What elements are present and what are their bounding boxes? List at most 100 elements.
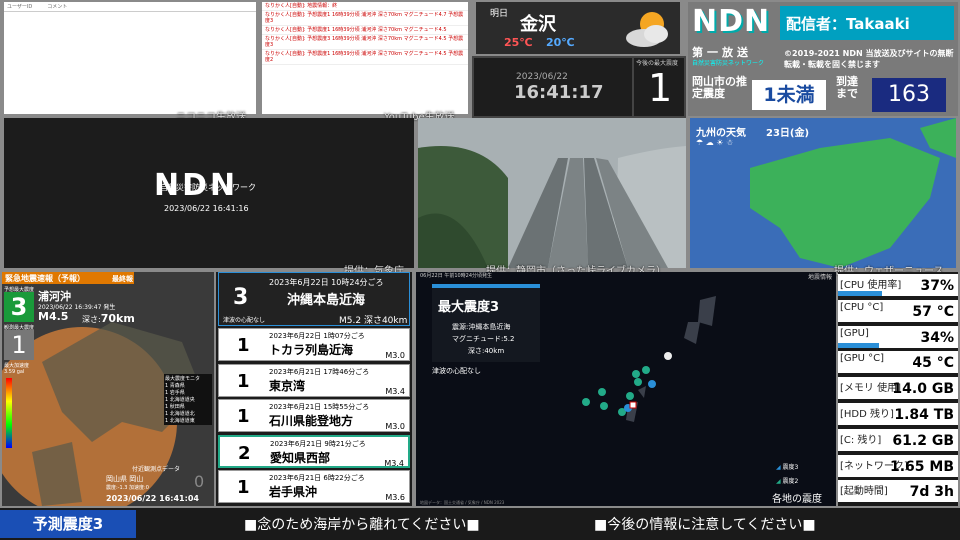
weather-low: 20℃ bbox=[546, 36, 575, 49]
quake-time: 2023年6月21日 6時22分ごろ bbox=[269, 474, 365, 482]
stat-row: [CPU 使用率] 37% bbox=[838, 274, 958, 298]
map-credit: 地図データ：国土交通省 / 気象庁 / NDN 2023 bbox=[420, 500, 505, 505]
stat-value: 37% bbox=[920, 278, 954, 294]
list-item: なりかく人[自動]: 予想震度3 16時39分頃 浦河沖 深さ70km マグニチ… bbox=[262, 35, 468, 50]
column-user-id: ユーザーID bbox=[7, 4, 33, 10]
arrival-seconds: 163 bbox=[872, 78, 946, 112]
eew-depth-label: 深さ: bbox=[82, 315, 101, 324]
stat-value: 45 °C bbox=[912, 355, 954, 372]
legend-intensity3: 震度3 bbox=[782, 464, 799, 471]
quake-magnitude: M5.2 深さ40km bbox=[339, 316, 408, 326]
list-item: 1 青森県 bbox=[165, 383, 185, 389]
accel-label: 最大加速度 bbox=[4, 363, 30, 369]
map-footer: 各地の震度 bbox=[772, 494, 822, 505]
eew-magnitude: M4.5 bbox=[38, 310, 69, 323]
intensity-map: 06月22日 午前10時24分頃発生 地震情報 最大震度3 震源:沖縄本島近海 … bbox=[416, 272, 836, 506]
stat-value: 61.2 GB bbox=[892, 432, 954, 449]
list-item: なりかく人[自動]: 予想震度1 16時39分頃 浦河沖 深さ70km マグニチ… bbox=[262, 50, 468, 65]
ndn-header: NDN 配信者：Takaaki 第一放送 自然災害防災ネットワーク ©2019-… bbox=[688, 2, 958, 116]
list-item: 1 北海道道北 bbox=[165, 411, 195, 417]
forecast-date: 23日(金) bbox=[766, 128, 810, 139]
quake-place: 愛知県西部 bbox=[270, 450, 331, 465]
list-item: なりかく人[自動]: 地震情報：終 bbox=[262, 2, 468, 11]
kyushu-forecast-map: 九州の天気 23日(金) ☂ ☁ ☀ ☃ bbox=[690, 118, 956, 268]
list-item[interactable]: 3 2023年6月22日 10時24分ごろ 沖縄本島近海 津波の心配なし M5.… bbox=[218, 272, 410, 326]
clock-date: 2023/06/22 bbox=[516, 72, 568, 82]
stat-value: 7d 3h bbox=[909, 484, 954, 501]
list-item[interactable]: 1 2023年6月21日 6時22分ごろ 岩手県沖 M3.6 bbox=[218, 470, 410, 503]
stat-row: [GPU °C] 45 °C bbox=[838, 351, 958, 376]
quake-intensity: 3 bbox=[233, 285, 249, 310]
niconico-comment-panel: ユーザーID コメント bbox=[4, 2, 256, 114]
clock-panel: 2023/06/22 16:41:17 今後の最大震度 1 bbox=[472, 56, 686, 118]
nearby-station-label: 付近観測点データ bbox=[132, 466, 181, 473]
station-values: 震度:-1.3 加速度:0 bbox=[106, 485, 149, 491]
stat-label: [GPU] bbox=[840, 327, 869, 339]
stat-label: [CPU °C] bbox=[840, 301, 884, 313]
cloudy-sun-icon bbox=[626, 12, 668, 47]
max-intensity-value: 1 bbox=[648, 66, 673, 110]
list-item[interactable]: 1 2023年6月21日 17時46分ごろ 東京湾 M3.4 bbox=[218, 363, 410, 397]
stat-value: 1.84 TB bbox=[894, 407, 954, 423]
weather-day: 明日 bbox=[490, 9, 509, 19]
highway-camera-image bbox=[418, 118, 686, 268]
streamer-name: 配信者：Takaaki bbox=[780, 6, 954, 40]
ndn-subtitle: 自然災害防災ネットワーク bbox=[692, 60, 765, 67]
ndn-logo: NDN bbox=[692, 4, 771, 39]
predicted-intensity-label: 岡山市の推定震度 bbox=[692, 75, 747, 100]
list-item: なりかく人[自動]: 予想震度1 16時39分頃 浦河沖 深さ70km マグニチ… bbox=[262, 26, 468, 35]
quake-place: 岩手県沖 bbox=[269, 485, 318, 499]
list-item: 1 北海道道東 bbox=[165, 418, 195, 424]
bottom-ticker: 予測震度3 ■念のため海岸から離れてください■ ■今後の情報に注意してください■ bbox=[0, 508, 960, 540]
list-item: 1 岩手県 bbox=[165, 390, 185, 396]
quake-tsunami-note: 津波の心配なし bbox=[223, 317, 266, 324]
list-item: なりかく人[自動]: 予想震度1 16時39分頃 浦河沖 深さ70km マグニチ… bbox=[262, 11, 468, 26]
list-item[interactable]: 1 2023年6月21日 15時55分ごろ 石川県能登地方 M3.0 bbox=[218, 399, 410, 432]
quake-time: 2023年6月21日 9時21分ごろ bbox=[270, 439, 366, 448]
clock-time: 16:41:17 bbox=[514, 82, 604, 103]
stat-row: [CPU °C] 57 °C bbox=[838, 299, 958, 324]
quake-place: 沖縄本島近海 bbox=[287, 293, 366, 308]
ryukyu-islands-map bbox=[582, 296, 716, 422]
quake-time: 2023年6月22日 1時07分ごろ bbox=[269, 332, 365, 340]
eew-map-panel: 緊急地震速報（予報） 最終報 予想最大震度 3 浦河沖 2023/06/22 1… bbox=[2, 272, 214, 506]
quake-list: 3 2023年6月22日 10時24分ごろ 沖縄本島近海 津波の心配なし M5.… bbox=[216, 272, 412, 506]
list-item[interactable]: 1 2023年6月22日 1時07分ごろ トカラ列島近海 M3.0 bbox=[218, 328, 410, 361]
quake-magnitude: M3.4 bbox=[385, 386, 405, 396]
nearby-station: 岡山県 岡山 bbox=[106, 475, 144, 483]
quake-time: 2023年6月22日 10時24分ごろ bbox=[269, 278, 384, 287]
weather-widget: 明日 金沢 25℃ 20℃ bbox=[476, 2, 680, 54]
quake-magnitude: M3.6 bbox=[385, 493, 405, 502]
stat-value: 14.0 GB bbox=[892, 381, 954, 398]
stat-value: 34% bbox=[920, 329, 954, 346]
list-item[interactable]: 2 2023年6月21日 9時21分ごろ 愛知県西部 M3.4 bbox=[218, 434, 410, 468]
quake-intensity: 1 bbox=[237, 406, 250, 427]
list-item: 1 秋田県 bbox=[165, 404, 185, 410]
weather-high: 25℃ bbox=[504, 36, 533, 49]
ticker-message-2: ■今後の情報に注意してください■ bbox=[594, 517, 816, 533]
quake-intensity: 1 bbox=[237, 335, 250, 356]
accel-scale bbox=[6, 378, 12, 448]
live-camera-feed bbox=[418, 118, 686, 268]
station-intensity: 0 bbox=[194, 472, 205, 491]
ticker-intensity-label: 予測震度3 bbox=[0, 510, 136, 538]
quake-magnitude: M3.4 bbox=[384, 458, 404, 468]
legend-intensity2: 震度2 bbox=[782, 478, 799, 485]
eew-timestamp: 2023/06/22 16:41:04 bbox=[106, 494, 199, 503]
eew-final-report: 最終報 bbox=[112, 275, 133, 283]
stat-bar bbox=[838, 342, 879, 348]
ndn-splash-screen: NDN 自然災害防災ネットワーク 2023/06/22 16:41:16 bbox=[4, 118, 414, 268]
predicted-max-intensity: 3 bbox=[4, 292, 34, 322]
eew-depth: 70km bbox=[100, 312, 135, 325]
stat-value: 1.65 MB bbox=[889, 458, 954, 475]
stat-label: [HDD 残り] bbox=[840, 405, 894, 420]
quake-time: 2023年6月21日 17時46分ごろ bbox=[269, 367, 370, 376]
observed-max-intensity: 1 bbox=[4, 330, 34, 360]
quake-time: 2023年6月21日 15時55分ごろ bbox=[269, 403, 370, 411]
ticker-message-1: ■念のため海岸から離れてください■ bbox=[244, 517, 480, 533]
predicted-intensity-value: 1未満 bbox=[752, 80, 826, 110]
stat-row: [起動時間] 7d 3h bbox=[838, 480, 958, 505]
list-item: 1 北海道道央 bbox=[165, 397, 195, 403]
stat-row: [GPU] 34% bbox=[838, 325, 958, 350]
stat-label: [GPU °C] bbox=[840, 353, 885, 365]
